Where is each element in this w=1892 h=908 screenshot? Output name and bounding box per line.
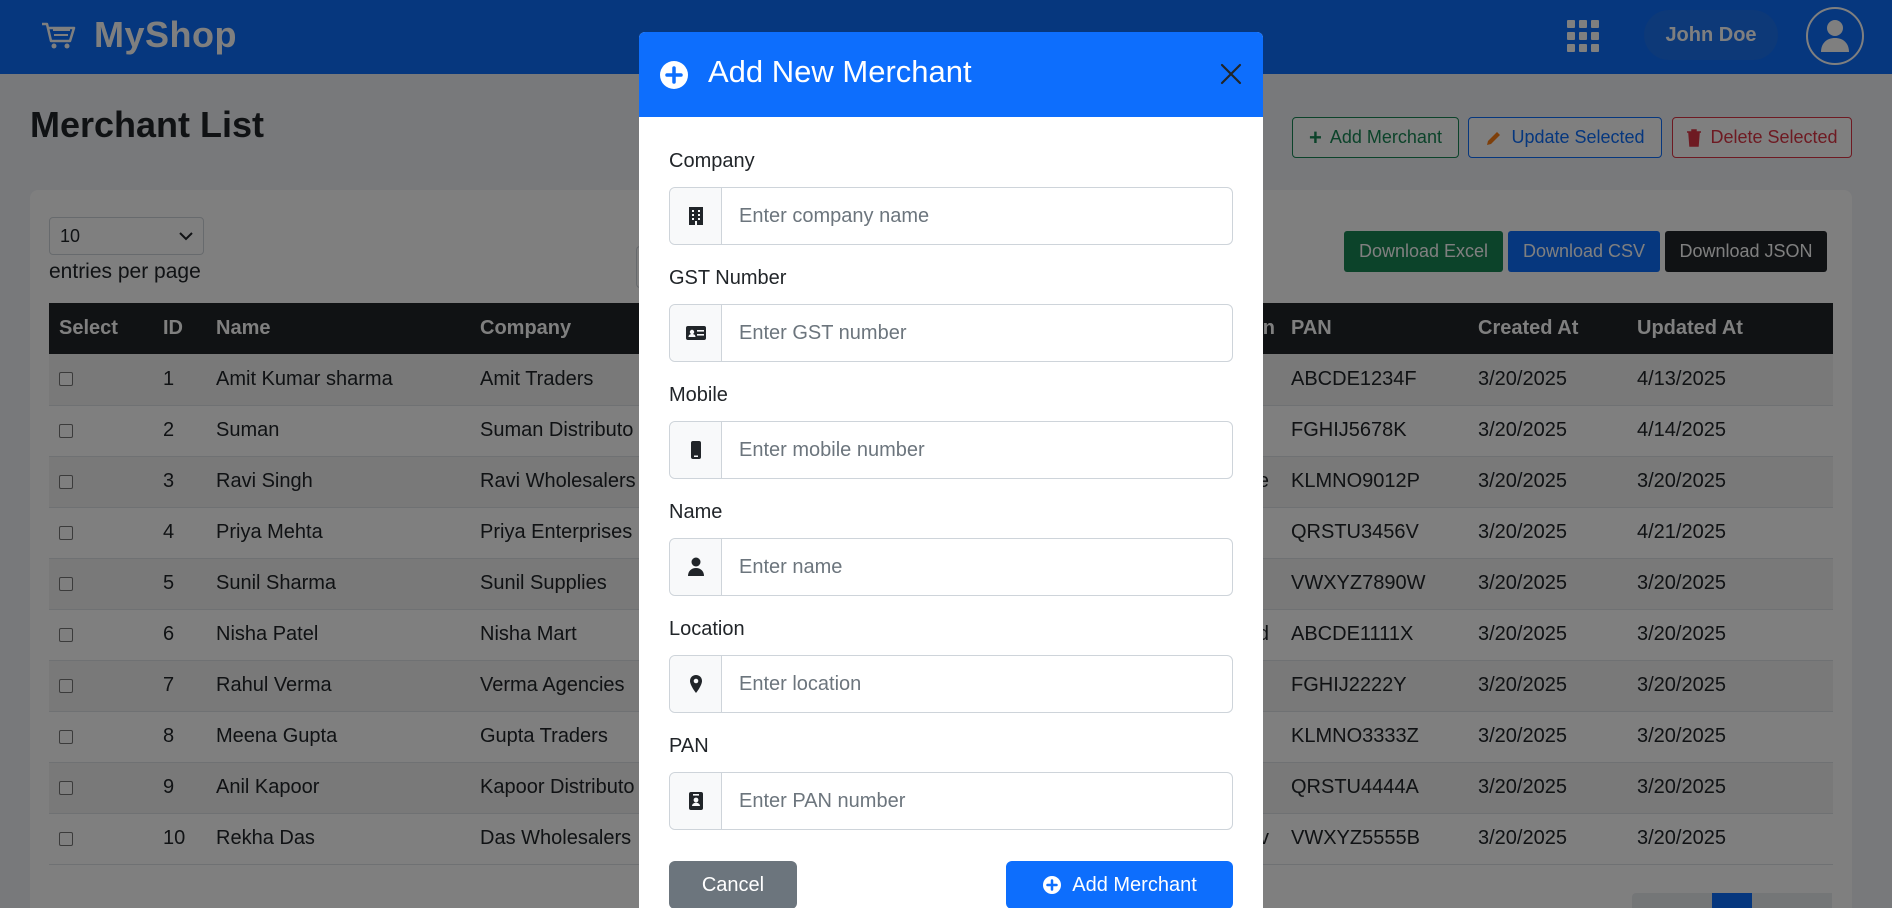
mobile-input-group: [669, 421, 1233, 479]
id-card-icon: [670, 305, 722, 361]
modal-header: Add New Merchant: [639, 32, 1263, 117]
name-input-group: [669, 538, 1233, 596]
pan-label: PAN: [669, 735, 709, 757]
company-input-group: [669, 187, 1233, 245]
user-icon: [670, 539, 722, 595]
pan-input[interactable]: [722, 773, 1232, 829]
company-input[interactable]: [722, 188, 1232, 244]
location-label: Location: [669, 618, 745, 640]
gst-input[interactable]: [722, 305, 1232, 361]
plus-circle-icon: [660, 61, 688, 89]
company-label: Company: [669, 150, 755, 172]
map-pin-icon: [670, 656, 722, 712]
mobile-input[interactable]: [722, 422, 1232, 478]
add-merchant-modal: Add New Merchant Company GST Number Mobi…: [639, 32, 1263, 908]
close-icon[interactable]: [1219, 62, 1243, 86]
cancel-button[interactable]: Cancel: [669, 861, 797, 908]
modal-title: Add New Merchant: [708, 54, 972, 89]
name-label: Name: [669, 501, 723, 523]
location-input[interactable]: [722, 656, 1232, 712]
phone-icon: [670, 422, 722, 478]
plus-circle-icon: [1043, 876, 1062, 894]
gst-input-group: [669, 304, 1233, 362]
submit-add-merchant-button[interactable]: Add Merchant: [1006, 861, 1233, 908]
badge-icon: [670, 773, 722, 829]
location-input-group: [669, 655, 1233, 713]
mobile-label: Mobile: [669, 384, 728, 406]
pan-input-group: [669, 772, 1233, 830]
gst-label: GST Number: [669, 267, 787, 289]
submit-label: Add Merchant: [1072, 873, 1197, 896]
building-icon: [670, 188, 722, 244]
name-input[interactable]: [722, 539, 1232, 595]
